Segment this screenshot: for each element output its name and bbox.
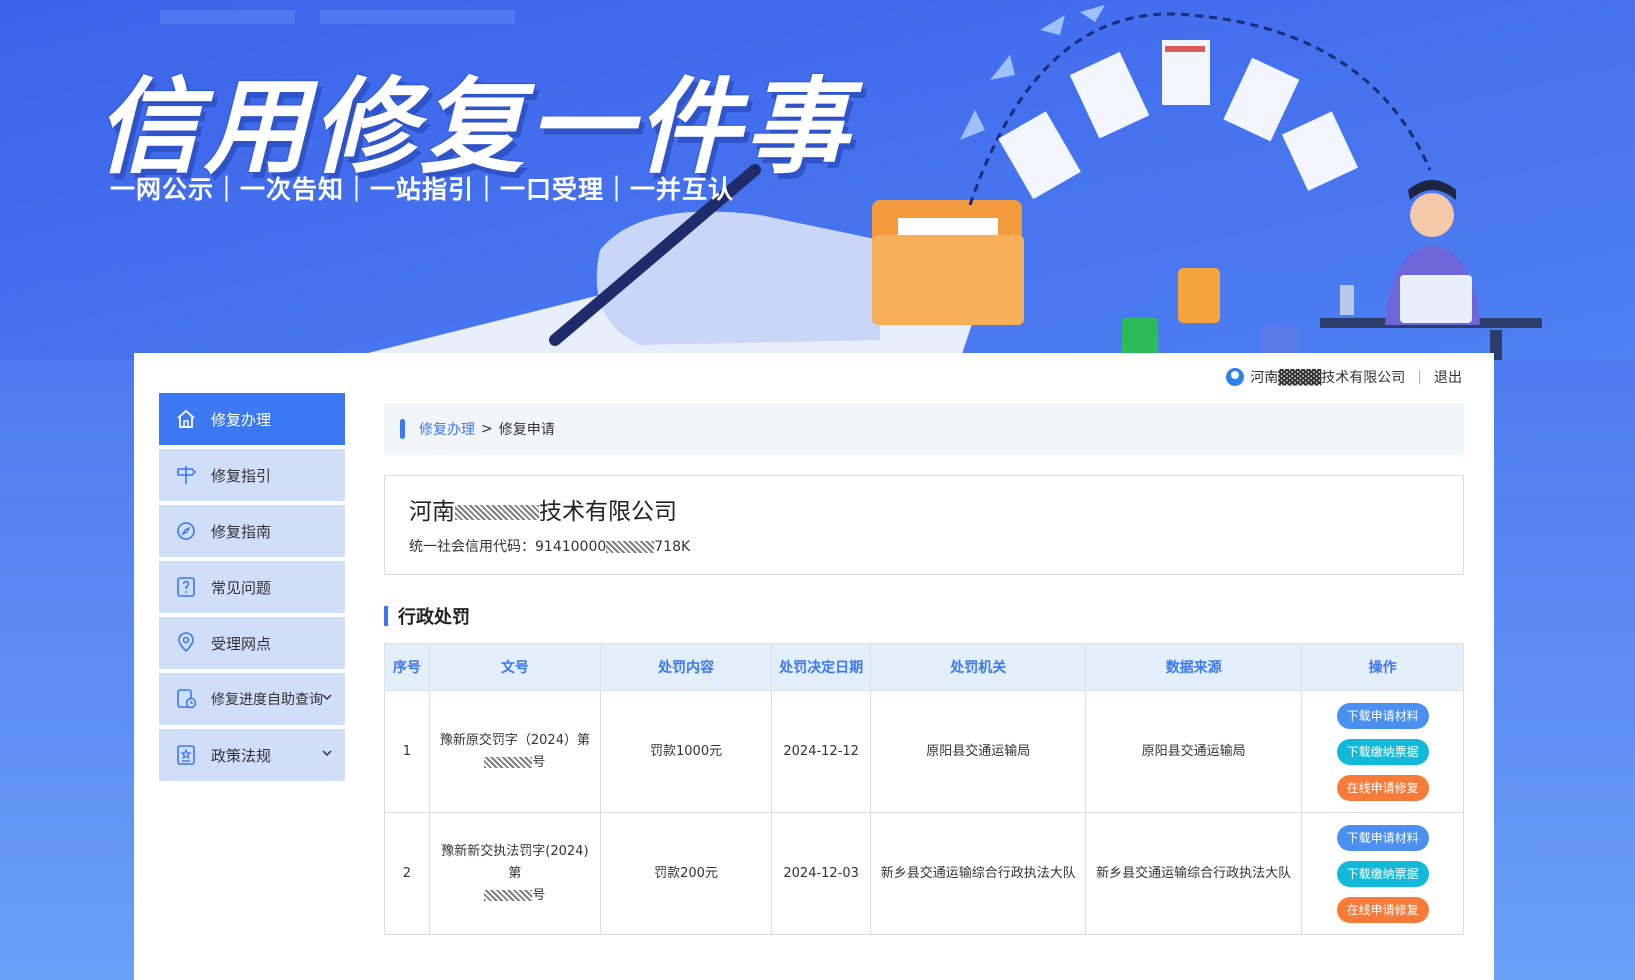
sidebar-item-label: 修复指南 (211, 522, 272, 541)
cell-date: 2024-12-03 (771, 812, 872, 935)
location-pin-icon (175, 632, 197, 654)
progress-doc-icon (175, 688, 197, 710)
sidebar: 修复办理 修复指引 修复指南 常见问题 受理网点 修复进度自助查询 政策法规 (159, 393, 345, 785)
section-accent (384, 606, 388, 626)
sidebar-item-label: 政策法规 (211, 746, 272, 765)
doc-no-suffix: 号 (532, 754, 546, 770)
home-icon (175, 408, 197, 430)
download-materials-button[interactable]: 下载申请材料 (1336, 702, 1429, 729)
main-card: 河南▓▓▓▓技术有限公司 | 退出 修复办理 修复指引 修复指南 常见问题 受理… (134, 353, 1494, 980)
cell-authority: 新乡县交通运输综合行政执法大队 (870, 812, 1087, 935)
table-row: 2 豫新新交执法罚字(2024)第号 罚款200元 2024-12-03 新乡县… (384, 812, 1464, 935)
sidebar-item-label: 修复进度自助查询 (211, 692, 323, 708)
cell-source: 新乡县交通运输综合行政执法大队 (1085, 812, 1303, 935)
breadcrumb-parent-link[interactable]: 修复办理 (419, 419, 475, 439)
cell-content: 罚款1000元 (599, 690, 773, 813)
doc-no-suffix: 号 (532, 887, 546, 903)
breadcrumb-current: 修复申请 (498, 422, 555, 438)
download-receipt-button[interactable]: 下载缴纳票据 (1336, 860, 1429, 887)
company-name-suffix: 技术有限公司 (539, 499, 677, 525)
cell-source: 原阳县交通运输局 (1085, 690, 1303, 813)
cell-content: 罚款200元 (599, 812, 773, 935)
sidebar-item-repair-handling[interactable]: 修复办理 (159, 393, 345, 445)
user-bar-divider: | (1417, 369, 1422, 385)
signpost-icon (175, 464, 197, 486)
logout-link[interactable]: 退出 (1434, 367, 1462, 387)
header-actions: 操作 (1301, 643, 1464, 691)
breadcrumb: 修复办理 > 修复申请 (384, 403, 1464, 455)
cell-doc-no: 豫新原交罚字（2024）第号 (428, 690, 601, 813)
user-company-name: 河南▓▓▓▓技术有限公司 (1250, 370, 1406, 386)
sidebar-item-repair-manual[interactable]: 修复指南 (159, 505, 345, 557)
company-info-card: 河南 技术有限公司 统一社会信用代码：91410000 718K (384, 475, 1464, 575)
main-content: 修复办理 > 修复申请 河南 技术有限公司 统一社会信用代码：91410000 71… (384, 403, 1464, 935)
cell-index: 1 (384, 690, 430, 813)
banner-subtitle: 一网公示｜一次告知｜一站指引｜一口受理｜一并互认 (110, 175, 735, 204)
credit-code-label: 统一社会信用代码： (409, 539, 535, 555)
credit-code-prefix: 91410000 (535, 539, 607, 555)
cell-actions: 下载申请材料 下载缴纳票据 在线申请修复 (1301, 812, 1464, 935)
header-authority: 处罚机关 (870, 643, 1087, 691)
credit-code: 统一社会信用代码：91410000 718K (409, 536, 1463, 556)
hero-banner: 信用修复一件事 一网公示｜一次告知｜一站指引｜一口受理｜一并互认 (0, 0, 1635, 360)
doc-no-line1: 豫新新交执法罚字(2024)第 (441, 843, 589, 881)
sidebar-item-label: 受理网点 (211, 634, 272, 653)
section-title-text: 行政处罚 (398, 607, 470, 628)
user-icon (1226, 368, 1245, 386)
doc-no-line1: 豫新原交罚字（2024）第 (439, 732, 590, 748)
redaction-mark (484, 756, 533, 768)
download-receipt-button[interactable]: 下载缴纳票据 (1336, 738, 1429, 765)
breadcrumb-accent (400, 419, 405, 439)
company-name-prefix: 河南 (409, 499, 455, 525)
header-source: 数据来源 (1085, 643, 1303, 691)
sidebar-item-faq[interactable]: 常见问题 (159, 561, 345, 613)
user-bar: 河南▓▓▓▓技术有限公司 | 退出 (1226, 367, 1462, 387)
chevron-down-icon (322, 694, 332, 701)
table-header-row: 序号 文号 处罚内容 处罚决定日期 处罚机关 数据来源 操作 (384, 643, 1464, 691)
header-index: 序号 (384, 643, 430, 691)
sidebar-item-label: 修复办理 (211, 410, 272, 429)
cell-actions: 下载申请材料 下载缴纳票据 在线申请修复 (1301, 690, 1464, 813)
cell-doc-no: 豫新新交执法罚字(2024)第号 (428, 812, 601, 935)
sidebar-item-progress-query[interactable]: 修复进度自助查询 (159, 673, 345, 725)
compass-icon (175, 520, 197, 542)
header-content: 处罚内容 (599, 643, 773, 691)
credit-code-suffix: 718K (654, 539, 691, 555)
sidebar-item-policy[interactable]: 政策法规 (159, 729, 345, 781)
sidebar-item-repair-guide[interactable]: 修复指引 (159, 449, 345, 501)
section-title: 行政处罚 (384, 605, 1464, 628)
redaction-mark (606, 541, 655, 553)
cell-index: 2 (384, 812, 430, 935)
cell-date: 2024-12-12 (771, 690, 872, 813)
redaction-mark (455, 505, 539, 520)
header-doc-no: 文号 (428, 643, 601, 691)
header-date: 处罚决定日期 (771, 643, 872, 691)
apply-online-button[interactable]: 在线申请修复 (1336, 896, 1429, 923)
sidebar-item-label: 常见问题 (211, 578, 272, 597)
penalty-table: 序号 文号 处罚内容 处罚决定日期 处罚机关 数据来源 操作 1 豫新原交罚字（… (384, 643, 1464, 935)
sidebar-item-service-points[interactable]: 受理网点 (159, 617, 345, 669)
redaction-mark (484, 889, 533, 901)
chevron-down-icon (322, 750, 332, 757)
policy-doc-icon (175, 744, 197, 766)
question-doc-icon (175, 576, 197, 598)
table-row: 1 豫新原交罚字（2024）第号 罚款1000元 2024-12-12 原阳县交… (384, 690, 1464, 813)
company-name: 河南 技术有限公司 (409, 492, 1463, 526)
breadcrumb-separator: > (481, 421, 493, 437)
apply-online-button[interactable]: 在线申请修复 (1336, 774, 1429, 801)
cell-authority: 原阳县交通运输局 (870, 690, 1087, 813)
sidebar-item-label: 修复指引 (211, 466, 272, 485)
download-materials-button[interactable]: 下载申请材料 (1336, 824, 1429, 851)
